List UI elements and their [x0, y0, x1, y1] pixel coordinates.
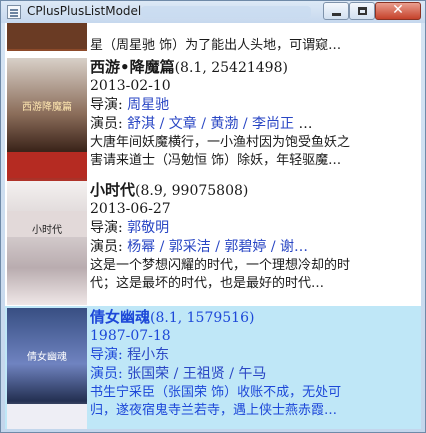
movie-title: 西游•降魔篇: [90, 58, 175, 76]
actor-separator: /: [155, 116, 169, 132]
director-line: 导演: 程小东: [90, 346, 420, 365]
actor-label: 演员:: [90, 366, 123, 382]
item-description: 害请来道士（冯勉恒 饰）除妖，年轻驱魔…: [90, 153, 342, 168]
director-label: 导演:: [90, 97, 123, 113]
director-line: 导演: 郭敬明: [90, 219, 420, 238]
actor-name: 李尚正: [252, 116, 295, 132]
actor-name: 谢…: [280, 239, 309, 255]
actor-name: 舒淇: [127, 116, 156, 132]
actor-separator: /: [210, 239, 225, 255]
movie-poster: 倩女幽魂: [7, 308, 87, 429]
movie-meta: (8.1, 25421498): [174, 60, 288, 76]
blurred-title-region: [141, 6, 311, 18]
actor-line: 演员: 杨幂 / 郭采洁 / 郭碧婷 / 谢…: [90, 238, 420, 257]
movie-title: 倩女幽魂: [90, 308, 151, 326]
director-label: 导演:: [90, 347, 123, 363]
app-window: CPlusPlusListModel ✕ 星（周星驰 饰）为了能出人头地，可谓窥…: [0, 0, 426, 433]
actor-separator: /: [224, 366, 239, 382]
minimize-icon: [332, 13, 341, 16]
poster-title: 小时代: [32, 225, 62, 236]
actor-name: 郭采洁: [168, 239, 211, 255]
actor-separator: /: [169, 366, 183, 382]
director-name: 程小东: [127, 347, 170, 363]
movie-list[interactable]: 星（周星驰 饰）为了能出人头地，可谓窥… 西游降魔篇 西游•降魔篇(8.1, 2…: [5, 23, 421, 429]
actor-name: 张国荣: [127, 366, 170, 382]
actor-name: 王祖贤: [182, 366, 225, 382]
app-icon: [7, 5, 21, 19]
item-description: 这是一个梦想闪耀的时代，一个理想冷却的时: [90, 258, 351, 273]
title-bar[interactable]: CPlusPlusListModel ✕: [1, 1, 425, 23]
movie-meta: (8.1, 1579516): [150, 310, 255, 326]
item-description: 书生宁采臣（张国荣 饰）收账不成，无处可: [90, 385, 342, 400]
list-item[interactable]: 星（周星驰 饰）为了能出人头地，可谓窥…: [5, 23, 421, 53]
actor-separator: /: [155, 239, 169, 255]
item-description: 代；这是最坏的时代，也是最好的时代…: [90, 276, 325, 291]
actor-separator: /: [238, 116, 253, 132]
list-item-selected[interactable]: 倩女幽魂 倩女幽魂(8.1, 1579516) 1987-07-18 导演: 程…: [5, 306, 421, 429]
item-info: 倩女幽魂(8.1, 1579516) 1987-07-18 导演: 程小东 演员…: [90, 308, 420, 420]
actor-line: 演员: 舒淇 / 文章 / 黄渤 / 李尚正 …: [90, 115, 420, 134]
close-button[interactable]: ✕: [375, 2, 421, 20]
actor-separator: /: [266, 239, 281, 255]
item-description: 归，遂夜宿鬼寺兰若寺，遇上侠士燕赤霞…: [90, 403, 338, 418]
close-icon: ✕: [392, 2, 404, 18]
release-date: 2013-02-10: [90, 78, 171, 94]
release-date: 2013-06-27: [90, 201, 171, 217]
minimize-button[interactable]: [323, 2, 349, 20]
director-name: 周星驰: [127, 97, 170, 113]
item-info: 西游•降魔篇(8.1, 25421498) 2013-02-10 导演: 周星驰…: [90, 58, 420, 170]
actor-name: 郭碧婷: [224, 239, 267, 255]
actor-name: 杨幂: [127, 239, 156, 255]
movie-poster: [7, 23, 87, 51]
actor-name: 黄渤: [210, 116, 239, 132]
item-info: 小时代(8.9, 99075808) 2013-06-27 导演: 郭敬明 演员…: [90, 181, 420, 293]
director-label: 导演:: [90, 220, 123, 236]
actor-label: 演员:: [90, 239, 123, 255]
movie-poster: 小时代: [7, 181, 87, 305]
item-description: 大唐年间妖魔横行，一小渔村因为饱受鱼妖之: [90, 135, 351, 150]
maximize-icon: [358, 7, 367, 15]
actor-line: 演员: 张国荣 / 王祖贤 / 午马: [90, 365, 420, 384]
release-date: 1987-07-18: [90, 328, 171, 344]
list-item[interactable]: 小时代 小时代(8.9, 99075808) 2013-06-27 导演: 郭敬…: [5, 179, 421, 307]
actor-name: 文章: [168, 116, 197, 132]
movie-title: 小时代: [90, 181, 136, 199]
item-description: 星（周星驰 饰）为了能出人头地，可谓窥…: [90, 38, 342, 53]
item-title-line: 倩女幽魂(8.1, 1579516): [90, 308, 420, 327]
window-title: CPlusPlusListModel: [27, 4, 142, 18]
poster-title: 倩女幽魂: [27, 352, 67, 363]
actor-label: 演员:: [90, 116, 123, 132]
item-info: 星（周星驰 饰）为了能出人头地，可谓窥…: [90, 23, 420, 55]
maximize-button[interactable]: [349, 2, 375, 20]
actor-separator: /: [196, 116, 211, 132]
item-title-line: 西游•降魔篇(8.1, 25421498): [90, 58, 420, 77]
actor-name: 午马: [238, 366, 267, 382]
movie-meta: (8.9, 99075808): [135, 183, 249, 199]
director-name: 郭敬明: [127, 220, 170, 236]
more-actors: …: [298, 116, 313, 132]
poster-title: 西游降魔篇: [22, 102, 72, 113]
item-title-line: 小时代(8.9, 99075808): [90, 181, 420, 200]
list-item[interactable]: 西游降魔篇 西游•降魔篇(8.1, 25421498) 2013-02-10 导…: [5, 56, 421, 184]
movie-poster: 西游降魔篇: [7, 58, 87, 182]
director-line: 导演: 周星驰: [90, 96, 420, 115]
